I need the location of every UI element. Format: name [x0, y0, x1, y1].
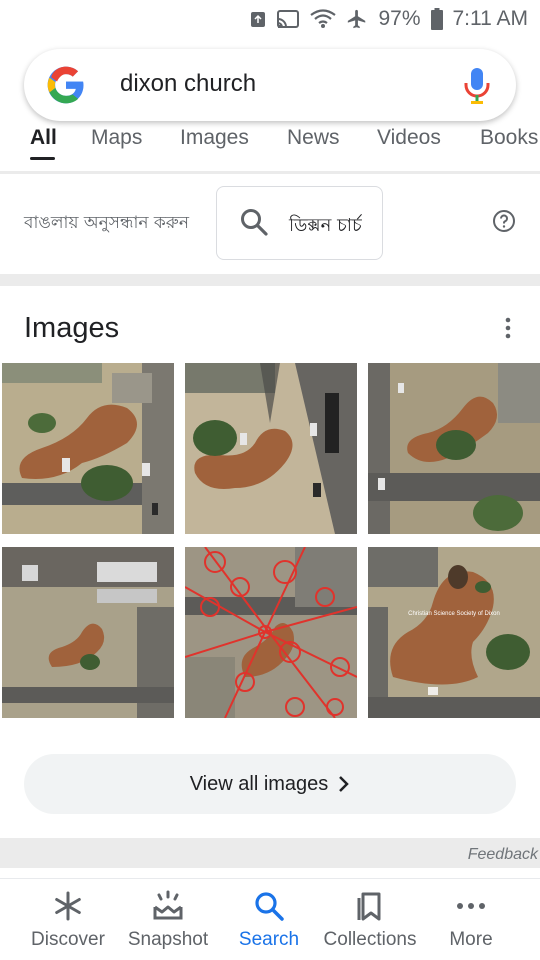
google-logo-icon — [47, 66, 84, 104]
search-query: dixon church — [120, 70, 257, 97]
status-icons: 97% 7:11 AM — [250, 7, 528, 31]
more-options-icon[interactable] — [498, 316, 518, 340]
nav-more-label: More — [449, 929, 493, 950]
image-result-5[interactable] — [185, 547, 357, 718]
image-result-4[interactable] — [2, 547, 174, 718]
more-horizontal-icon — [457, 903, 485, 909]
battery-percent: 97% — [378, 7, 421, 30]
recycle-notification-icon — [251, 12, 266, 27]
tab-images[interactable]: Images — [180, 126, 249, 150]
help-icon[interactable] — [492, 209, 516, 233]
image-result-3[interactable] — [368, 363, 540, 534]
image-result-2[interactable] — [185, 363, 357, 534]
section-separator-bottom — [0, 838, 540, 868]
search-icon — [255, 892, 284, 921]
view-all-images-button[interactable]: View all images — [24, 754, 516, 814]
chevron-right-icon — [339, 776, 350, 792]
images-section-title: Images — [24, 312, 120, 344]
snapshot-icon — [153, 890, 183, 920]
map-label-christian-science: Christian Science Society of Dixon — [408, 611, 500, 617]
search-tabs: All Maps Images News Videos Books — [0, 122, 540, 160]
nav-discover[interactable]: Discover — [13, 889, 123, 951]
nav-snapshot-label: Snapshot — [127, 929, 209, 950]
image-result-6[interactable]: Christian Science Society of Dixon — [368, 547, 540, 718]
active-tab-indicator — [30, 157, 55, 160]
battery-icon — [430, 8, 443, 30]
tab-videos[interactable]: Videos — [377, 126, 441, 150]
nav-collections-label: Collections — [323, 929, 417, 950]
tab-all[interactable]: All — [30, 126, 57, 150]
feedback-link[interactable]: Feedback — [468, 846, 538, 864]
tabs-divider — [0, 171, 540, 174]
airplane-mode-icon — [348, 9, 366, 29]
wifi-icon — [310, 9, 337, 28]
view-all-images-label: View all images — [189, 772, 329, 795]
collections-icon — [357, 892, 381, 921]
nav-more[interactable]: More — [416, 889, 526, 951]
image-result-1[interactable] — [2, 363, 174, 534]
nav-search-label: Search — [238, 929, 300, 950]
nav-collections[interactable]: Collections — [315, 889, 425, 951]
nav-search[interactable]: Search — [214, 889, 324, 951]
status-bar: 97% 7:11 AM — [0, 0, 540, 38]
tab-maps[interactable]: Maps — [91, 126, 142, 150]
tab-news[interactable]: News — [287, 126, 340, 150]
section-separator — [0, 274, 540, 286]
microphone-icon[interactable] — [462, 66, 492, 104]
cast-icon — [277, 10, 300, 28]
asterisk-icon — [55, 891, 81, 921]
clock: 7:11 AM — [452, 7, 529, 30]
tab-books[interactable]: Books — [480, 126, 538, 150]
nav-discover-label: Discover — [31, 929, 105, 950]
search-box[interactable]: dixon church — [24, 49, 516, 121]
bottom-navigation: Discover Snapshot Search Collections Mor… — [0, 878, 540, 960]
search-icon — [241, 209, 268, 236]
bengali-query-text: ডিক্সন চার্চ — [289, 215, 362, 236]
nav-snapshot[interactable]: Snapshot — [113, 889, 223, 951]
bengali-search-label: বাঙলায় অনুসন্ধান করুন — [24, 213, 190, 233]
bengali-search-button[interactable]: ডিক্সন চার্চ — [216, 186, 383, 260]
